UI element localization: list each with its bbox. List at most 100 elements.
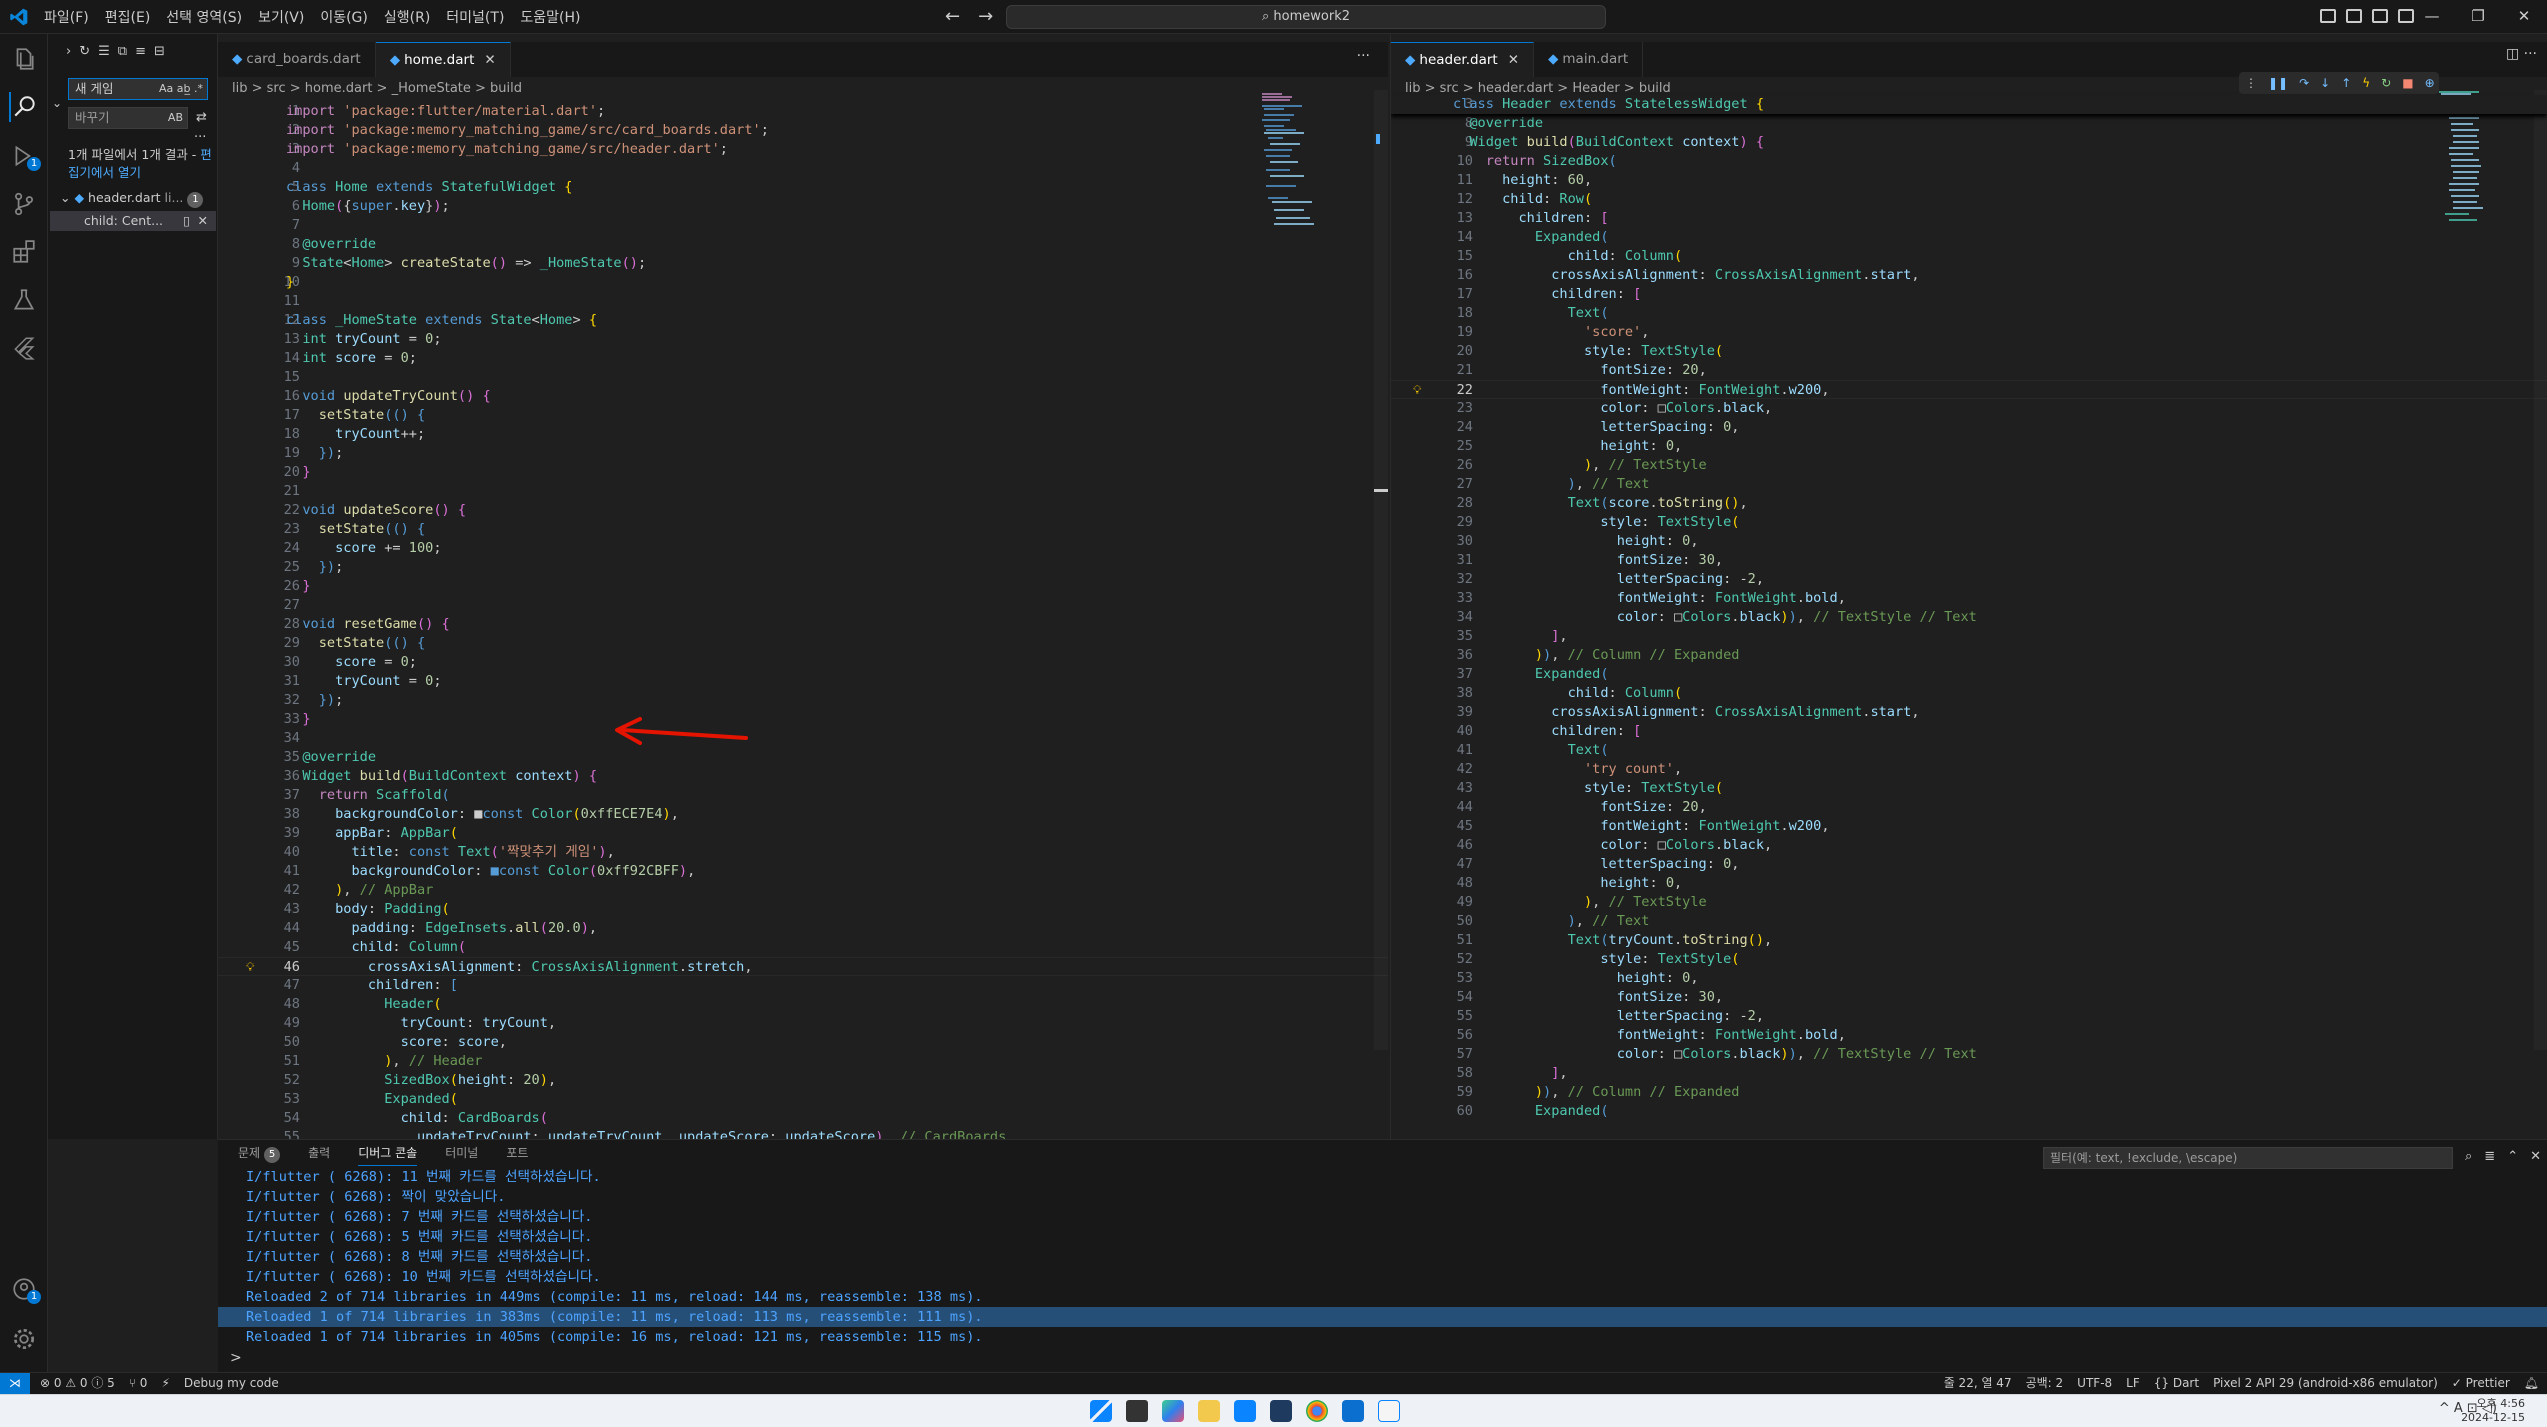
step-into-icon[interactable]: ↓ <box>2320 72 2330 94</box>
extensions-icon[interactable] <box>9 237 39 267</box>
customize-layout-icon[interactable] <box>2320 9 2336 23</box>
clear-results-icon[interactable]: ☰ <box>98 44 110 59</box>
toggle-replace-chevron-icon[interactable]: ⌄ <box>52 96 62 110</box>
problems-status[interactable]: ⊗ 0 ⚠ 0 ⓘ 5 <box>40 1373 115 1394</box>
vscode-taskbar-icon[interactable] <box>1342 1400 1364 1422</box>
devtools-icon[interactable]: ⊕ <box>2425 72 2435 94</box>
step-out-icon[interactable]: ↑ <box>2341 72 2351 94</box>
cursor-position[interactable]: 줄 22, 열 47 <box>1944 1373 2012 1394</box>
left-vertical-scrollbar[interactable] <box>1374 90 1388 1050</box>
clear-console-icon[interactable]: ≣ <box>2484 1149 2495 1164</box>
forward-arrow-icon[interactable]: → <box>978 6 993 27</box>
search-options[interactable]: Aa ab̲ .* <box>159 79 203 99</box>
more-options-icon[interactable]: ··· <box>194 130 206 145</box>
console-filter-input[interactable]: 필터(예: text, !exclude, \escape) <box>2043 1147 2453 1169</box>
restart-icon[interactable]: ↻ <box>2381 72 2391 94</box>
accounts-icon[interactable]: 1 <box>9 1274 41 1304</box>
task-view-icon[interactable] <box>1126 1400 1148 1422</box>
editor-more-actions-icon[interactable]: ··· <box>1357 48 1370 64</box>
menu-item[interactable]: 터미널(T) <box>438 7 512 27</box>
maximize-panel-icon[interactable]: ⌃ <box>2507 1149 2518 1164</box>
close-icon[interactable]: ✕ <box>2501 0 2547 34</box>
view-as-tree-icon[interactable]: ≡ <box>135 44 146 59</box>
panel-tab-2[interactable]: 디버그 콘솔 <box>358 1144 418 1166</box>
debug-console-output[interactable]: I/flutter ( 6268): 11 번째 카드를 선택하셨습니다. I/f… <box>218 1167 2547 1347</box>
menu-item[interactable]: 도움말(H) <box>512 7 588 27</box>
store-icon[interactable] <box>1234 1400 1256 1422</box>
menu-item[interactable]: 선택 영역(S) <box>158 7 250 27</box>
refresh-icon[interactable]: ↻ <box>79 44 90 59</box>
prettier-status[interactable]: ✓ Prettier <box>2452 1373 2510 1394</box>
indentation-status[interactable]: 공백: 2 <box>2026 1373 2064 1394</box>
search-view-icon[interactable] <box>9 92 39 122</box>
close-panel-icon[interactable]: ✕ <box>2530 1149 2541 1164</box>
tab-card_boards[interactable]: ◆ card_boards.dart <box>218 42 376 77</box>
copilot-icon[interactable] <box>1162 1400 1184 1422</box>
settings-gear-icon[interactable] <box>9 1324 39 1354</box>
panel-tab-0[interactable]: 문제 5 <box>238 1144 281 1166</box>
flutter-icon[interactable] <box>9 333 39 363</box>
ports-status[interactable]: ⑂ 0 <box>129 1373 148 1394</box>
step-over-icon[interactable]: ↷ <box>2299 72 2309 94</box>
explorer-icon[interactable] <box>9 44 39 74</box>
taskbar-clock[interactable]: 오후 4:56 2024-12-15 <box>2461 1397 2525 1425</box>
left-minimap[interactable] <box>1260 90 1370 250</box>
pause-icon[interactable]: ❚❚ <box>2268 72 2288 94</box>
new-search-editor-icon[interactable]: ⧉ <box>118 44 127 59</box>
left-code-area[interactable]: 1 import 'package:flutter/material.dart';… <box>218 102 1388 1139</box>
right-code-area[interactable]: 3 class Header extends StatelessWidget {8… <box>1391 95 2547 1139</box>
right-vertical-scrollbar[interactable] <box>2534 90 2547 1050</box>
result-file-row[interactable]: ⌄ ◆ header.dart li... 1 <box>60 188 216 208</box>
split-editor-icon[interactable]: ◫ ··· <box>2506 46 2537 62</box>
command-center-search[interactable]: ⌕ homework2 <box>1006 5 1606 29</box>
hot-reload-icon[interactable]: ϟ <box>2362 72 2370 94</box>
dismiss-match-icon[interactable]: ✕ <box>198 211 208 231</box>
notifications-bell-icon[interactable]: 🔔︎ <box>2524 1373 2539 1394</box>
tab-home[interactable]: ◆ home.dart ✕ <box>375 42 511 77</box>
lightbulb-icon[interactable]: 💡︎ <box>246 958 254 977</box>
menu-item[interactable]: 이동(G) <box>312 7 376 27</box>
panel-tab-1[interactable]: 출력 <box>308 1144 330 1166</box>
app-icon[interactable] <box>1270 1400 1292 1422</box>
device-selector[interactable]: Pixel 2 API 29 (android-x86 emulator) <box>2213 1373 2438 1394</box>
replace-match-icon[interactable]: ▯ <box>183 211 190 231</box>
maximize-icon[interactable]: ❐ <box>2455 0 2501 34</box>
toggle-panel-icon[interactable] <box>2372 9 2388 23</box>
eol-status[interactable]: LF <box>2126 1373 2140 1394</box>
source-control-icon[interactable] <box>9 189 39 219</box>
notepad-icon[interactable] <box>1378 1400 1400 1422</box>
toggle-primary-sidebar-icon[interactable] <box>2346 9 2362 23</box>
replace-all-icon[interactable]: ⇄ <box>196 110 207 125</box>
encoding-status[interactable]: UTF-8 <box>2077 1373 2112 1394</box>
tab-main[interactable]: ◆ main.dart <box>1534 42 1644 77</box>
minimize-icon[interactable]: — <box>2409 0 2455 34</box>
close-tab-icon[interactable]: ✕ <box>1508 52 1519 68</box>
stop-icon[interactable]: ■ <box>2402 72 2413 94</box>
run-debug-icon[interactable]: 1 <box>9 141 41 171</box>
drag-handle-icon[interactable]: ⋮ <box>2245 72 2257 94</box>
back-arrow-icon[interactable]: ← <box>945 6 960 27</box>
panel-tab-3[interactable]: 터미널 <box>445 1144 478 1166</box>
menu-item[interactable]: 파일(F) <box>36 7 97 27</box>
start-menu-icon[interactable] <box>1090 1400 1112 1422</box>
left-breadcrumb[interactable]: lib > src > home.dart > _HomeState > bui… <box>218 78 522 100</box>
right-minimap[interactable] <box>2437 90 2547 250</box>
close-tab-icon[interactable]: ✕ <box>484 52 495 68</box>
result-match-row[interactable]: child: Cent... ▯ ✕ <box>50 211 216 231</box>
collapse-all-icon[interactable]: ⊟ <box>154 44 165 59</box>
tab-header[interactable]: ◆ header.dart ✕ <box>1391 42 1535 77</box>
menu-item[interactable]: 보기(V) <box>250 7 312 27</box>
panel-tab-4[interactable]: 포트 <box>506 1144 528 1166</box>
lightbulb-icon[interactable]: 💡︎ <box>1413 381 1421 400</box>
menu-item[interactable]: 편집(E) <box>97 7 159 27</box>
replace-input[interactable]: 바꾸기 AB <box>68 107 188 129</box>
filter-search-icon[interactable]: ⌕ <box>2465 1149 2472 1164</box>
chevron-right-icon[interactable]: › <box>66 44 71 59</box>
preserve-case-toggle[interactable]: AB <box>168 108 183 128</box>
testing-icon[interactable] <box>9 285 39 315</box>
search-input[interactable]: 새 게임 Aa ab̲ .* <box>68 78 208 100</box>
remote-indicator-icon[interactable]: ⋊ <box>0 1373 30 1395</box>
menu-item[interactable]: 실행(R) <box>376 7 438 27</box>
chrome-icon[interactable] <box>1306 1400 1328 1422</box>
language-mode[interactable]: {} Dart <box>2154 1373 2199 1394</box>
